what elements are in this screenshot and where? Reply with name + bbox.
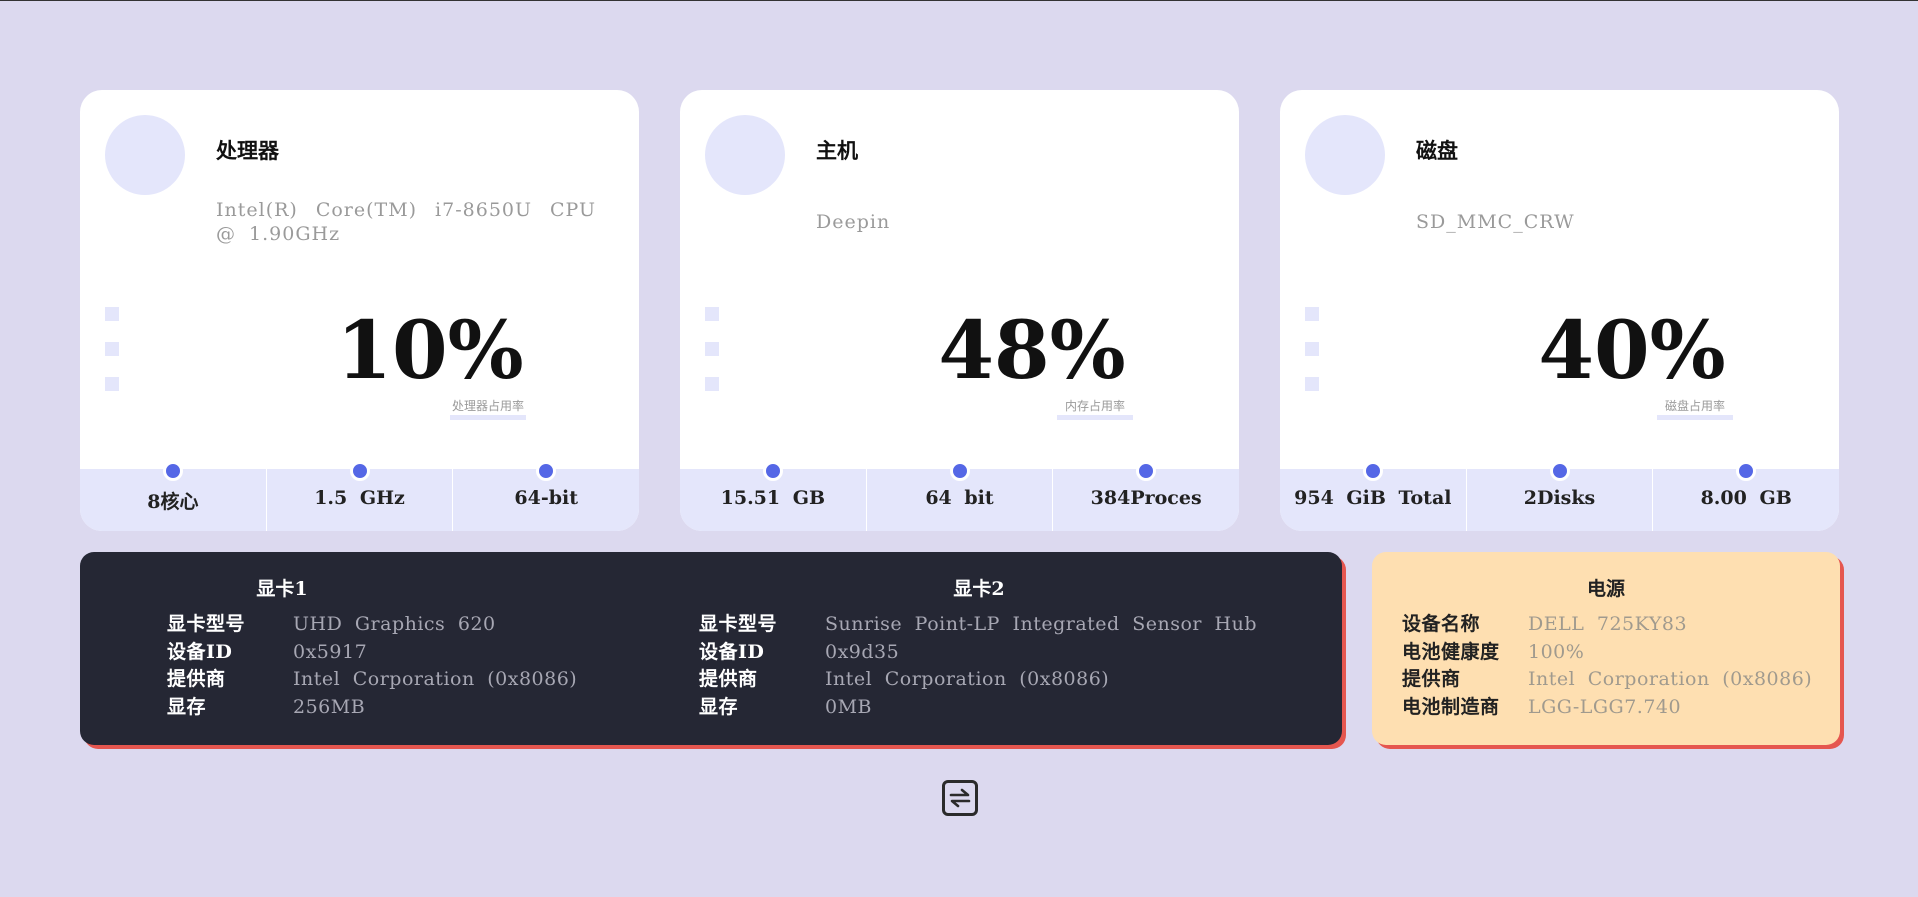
stat-item: 64 bit bbox=[865, 461, 1053, 531]
info-row: 显卡型号 UHD Graphics 620 bbox=[167, 613, 496, 635]
stat-item: 384Proces bbox=[1052, 461, 1239, 531]
info-row: 显存 256MB bbox=[167, 695, 366, 718]
gpu-panel: 显卡1 显卡型号 UHD Graphics 620 设备ID 0x5917 提供商 I… bbox=[80, 552, 1342, 745]
decor-square bbox=[705, 342, 719, 356]
stat-dot-icon bbox=[162, 461, 183, 481]
stat-dot-icon bbox=[762, 461, 783, 481]
gpu-title: 显卡2 bbox=[953, 578, 1005, 600]
stat-dot-icon bbox=[349, 461, 370, 481]
decor-square bbox=[105, 377, 119, 391]
disk-avatar bbox=[1305, 115, 1385, 195]
card-title: 主机 bbox=[816, 138, 858, 163]
usage-caption: 磁盘占用率 bbox=[1657, 397, 1733, 420]
stat-item: 954 GiB Total bbox=[1280, 461, 1466, 531]
stat-item: 8核心 bbox=[80, 461, 266, 531]
cpu-card: 处理器 Intel(R) Core(TM) i7-8650U CPU @ 1.9… bbox=[80, 90, 639, 531]
info-row: 电池制造商 LGG-LGG7.740 bbox=[1402, 695, 1682, 718]
host-avatar bbox=[705, 115, 785, 195]
card-stats: 15.51 GB 64 bit 384Proces bbox=[680, 461, 1239, 531]
card-description: Deepin bbox=[816, 211, 891, 233]
decor-square bbox=[1305, 377, 1319, 391]
gpu-title: 显卡1 bbox=[256, 578, 308, 600]
gpu-1-column: 显卡1 显卡型号 UHD Graphics 620 设备ID 0x5917 提供商 I… bbox=[167, 574, 597, 721]
host-card: 主机 Deepin 48% 内存占用率 15.51 GB 64 bit 384P… bbox=[680, 90, 1239, 531]
usage-caption: 处理器占用率 bbox=[450, 397, 526, 420]
stat-dot-icon bbox=[536, 461, 557, 481]
info-row: 提供商 Intel Corporation (0x8086) bbox=[699, 668, 1110, 690]
disk-card: 磁盘 SD_MMC_CRW 40% 磁盘占用率 954 GiB Total 2D… bbox=[1280, 90, 1839, 531]
info-row: 设备名称 DELL 725KY83 bbox=[1402, 613, 1688, 635]
info-row: 设备ID 0x9d35 bbox=[699, 640, 900, 663]
stat-item: 8.00 GB bbox=[1652, 461, 1839, 531]
decor-square bbox=[105, 307, 119, 321]
power-title: 电源 bbox=[1586, 578, 1625, 600]
power-panel: 电源 设备名称 DELL 725KY83 电池健康度 100% 提供商 Intel C… bbox=[1372, 552, 1840, 745]
info-row: 提供商 Intel Corporation (0x8086) bbox=[167, 668, 578, 690]
info-row: 电池健康度 100% bbox=[1402, 640, 1585, 663]
card-description: Intel(R) Core(TM) i7-8650U CPU @ 1.90GHz bbox=[216, 199, 596, 245]
stat-dot-icon bbox=[1136, 461, 1157, 481]
gpu-2-column: 显卡2 显卡型号 Sunrise Point-LP Integrated Sens… bbox=[699, 574, 1299, 721]
card-title: 磁盘 bbox=[1416, 138, 1458, 163]
info-row: 显存 0MB bbox=[699, 695, 873, 718]
info-row: 提供商 Intel Corporation (0x8086) bbox=[1402, 668, 1813, 690]
stat-item: 15.51 GB bbox=[680, 461, 866, 531]
swap-button[interactable] bbox=[942, 780, 978, 816]
card-title: 处理器 bbox=[216, 138, 279, 163]
stat-dot-icon bbox=[1736, 461, 1757, 481]
stat-item: 64-bit bbox=[452, 461, 639, 531]
card-stats: 954 GiB Total 2Disks 8.00 GB bbox=[1280, 461, 1839, 531]
stat-item: 1.5 GHz bbox=[265, 461, 453, 531]
stat-dot-icon bbox=[1549, 461, 1570, 481]
usage-caption: 内存占用率 bbox=[1057, 397, 1133, 420]
stat-dot-icon bbox=[1362, 461, 1383, 481]
decor-square bbox=[1305, 342, 1319, 356]
decor-square bbox=[105, 342, 119, 356]
cpu-avatar bbox=[105, 115, 185, 195]
stat-dot-icon bbox=[949, 461, 970, 481]
info-row: 显卡型号 Sunrise Point-LP Integrated Sensor H… bbox=[699, 613, 1257, 635]
info-row: 设备ID 0x5917 bbox=[167, 640, 368, 663]
usage-percent: 10% bbox=[336, 303, 524, 397]
swap-arrows-icon bbox=[949, 788, 971, 808]
card-description: SD_MMC_CRW bbox=[1416, 211, 1575, 233]
usage-percent: 48% bbox=[938, 303, 1126, 397]
decor-square bbox=[1305, 307, 1319, 321]
usage-percent: 40% bbox=[1538, 303, 1726, 397]
decor-square bbox=[705, 377, 719, 391]
stat-item: 2Disks bbox=[1465, 461, 1653, 531]
card-stats: 8核心 1.5 GHz 64-bit bbox=[80, 461, 639, 531]
decor-square bbox=[705, 307, 719, 321]
